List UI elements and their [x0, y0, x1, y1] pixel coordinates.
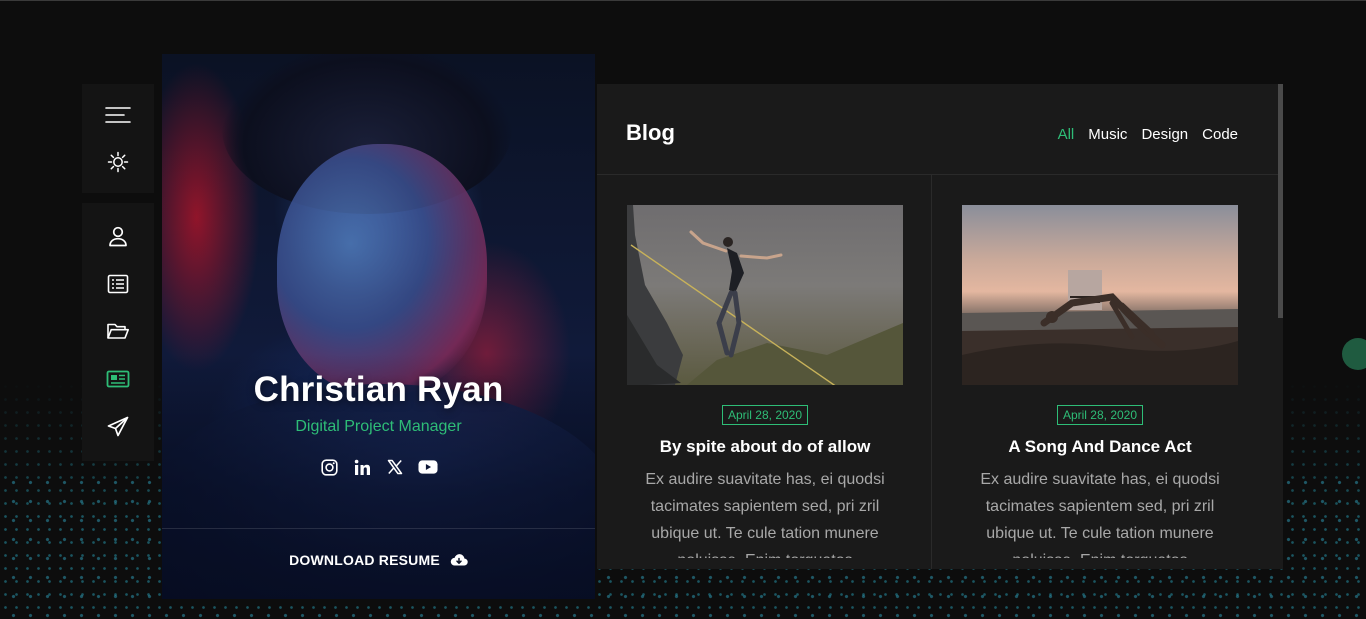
- slackline-photo: [627, 205, 903, 385]
- youtube-icon: [418, 460, 438, 474]
- folder-open-icon: [107, 323, 129, 339]
- post-title[interactable]: A Song And Dance Act: [962, 437, 1238, 457]
- download-resume-button[interactable]: DOWNLOAD RESUME: [162, 552, 595, 568]
- sun-icon: [107, 151, 129, 173]
- filter-music[interactable]: Music: [1088, 126, 1127, 143]
- instagram-icon: [320, 458, 338, 476]
- hamburger-icon: [105, 107, 131, 123]
- post-thumbnail[interactable]: [962, 205, 1238, 385]
- nav-item-about[interactable]: [82, 221, 154, 251]
- profile-card: Christian Ryan Digital Project Manager D…: [162, 54, 595, 599]
- top-border: [0, 0, 1366, 1]
- download-resume-label: DOWNLOAD RESUME: [289, 552, 440, 568]
- social-links: [162, 457, 595, 477]
- blog-header-divider: [597, 174, 1283, 175]
- linkedin-icon: [354, 459, 370, 475]
- post-date: April 28, 2020: [721, 405, 809, 425]
- newspaper-icon: [106, 370, 130, 388]
- theme-toggle-button[interactable]: [82, 147, 154, 177]
- nav-item-contact[interactable]: [82, 412, 154, 442]
- filter-code[interactable]: Code: [1202, 126, 1238, 143]
- profile-name: Christian Ryan: [253, 370, 504, 409]
- cloud-download-icon: [450, 554, 468, 566]
- youtube-link[interactable]: [418, 457, 438, 477]
- paper-plane-icon: [107, 416, 129, 437]
- nav-item-resume[interactable]: [82, 269, 154, 299]
- user-icon: [109, 226, 127, 247]
- post-title[interactable]: By spite about do of allow: [627, 437, 903, 457]
- side-toggle-button[interactable]: [1342, 338, 1366, 370]
- menu-nav-block: [82, 203, 154, 461]
- profile-photo-shade: [162, 54, 595, 599]
- floating-pianist-photo: [962, 270, 1238, 385]
- nav-item-blog[interactable]: [82, 364, 154, 394]
- instagram-link[interactable]: [319, 457, 339, 477]
- profile-role: Digital Project Manager: [295, 418, 462, 435]
- post-thumbnail[interactable]: [627, 205, 903, 385]
- list-icon: [107, 274, 129, 294]
- post-excerpt: Ex audire suavitate has, ei quodsi tacim…: [980, 471, 1220, 558]
- blog-column-divider: [931, 175, 932, 569]
- profile-divider: [162, 528, 595, 529]
- blog-panel: Blog All Music Design Code April 28, 202…: [597, 84, 1283, 569]
- nav-item-portfolio[interactable]: [82, 316, 154, 346]
- filter-all[interactable]: All: [1058, 126, 1075, 143]
- blog-filters: All Music Design Code: [1058, 126, 1238, 143]
- x-icon: [387, 459, 403, 475]
- blog-scrollbar[interactable]: [1278, 84, 1283, 318]
- post-excerpt: Ex audire suavitate has, ei quodsi tacim…: [645, 471, 885, 558]
- blog-title: Blog: [626, 120, 675, 145]
- linkedin-link[interactable]: [352, 457, 372, 477]
- x-link[interactable]: [385, 457, 405, 477]
- blog-post-card[interactable]: April 28, 2020 A Song And Dance Act Ex a…: [962, 205, 1238, 558]
- hamburger-menu-button[interactable]: [82, 100, 154, 130]
- filter-design[interactable]: Design: [1141, 126, 1188, 143]
- blog-post-card[interactable]: April 28, 2020 By spite about do of allo…: [627, 205, 903, 558]
- post-date: April 28, 2020: [1056, 405, 1144, 425]
- menu-top-block: [82, 84, 154, 193]
